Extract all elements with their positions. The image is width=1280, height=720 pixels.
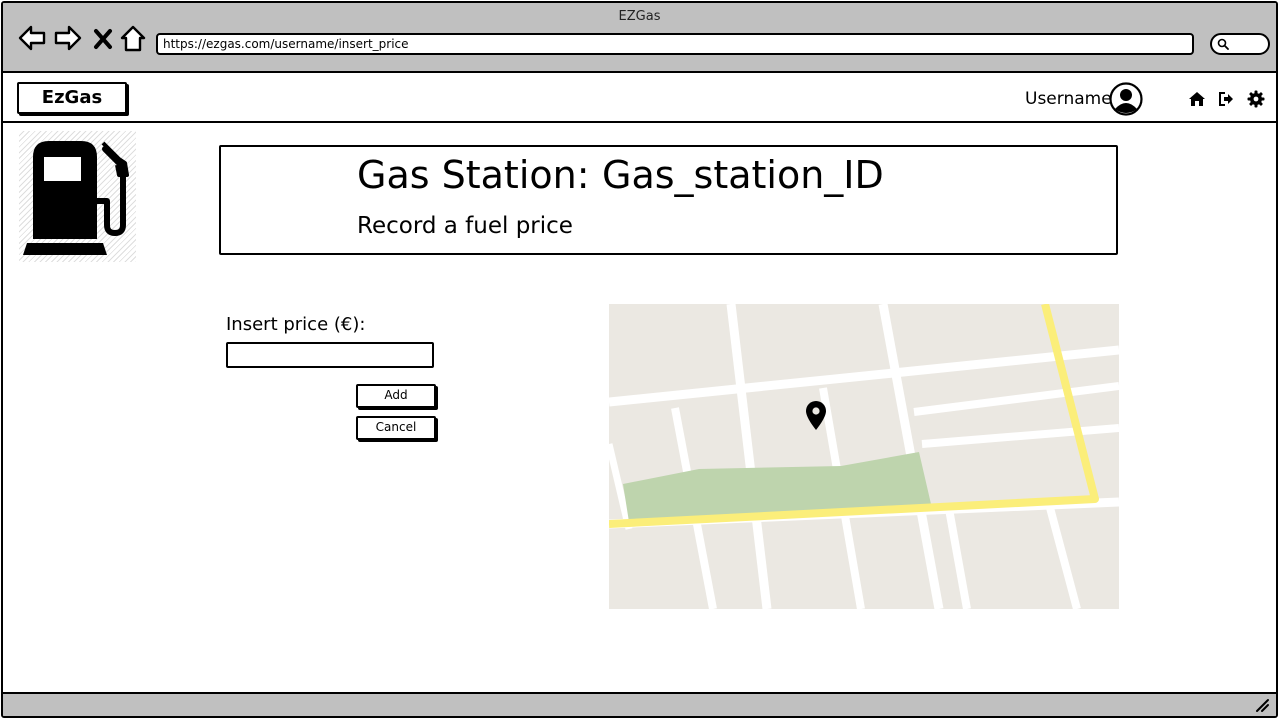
url-bar[interactable]: https://ezgas.com/username/insert_price	[156, 33, 1194, 55]
browser-window: EZGas https://ezgas.com/username/insert_…	[1, 1, 1278, 718]
gear-icon[interactable]	[1247, 90, 1265, 108]
cancel-button[interactable]: Cancel	[356, 416, 436, 440]
username-label: Username	[1025, 89, 1112, 109]
price-label: Insert price (€):	[226, 314, 366, 335]
logo-button[interactable]: EzGas	[17, 82, 127, 114]
resize-grip-icon[interactable]	[1254, 697, 1270, 713]
browser-toolbar: EZGas https://ezgas.com/username/insert_…	[3, 3, 1276, 73]
avatar-icon[interactable]	[1109, 82, 1143, 116]
browser-search[interactable]	[1210, 33, 1270, 55]
home-icon[interactable]	[1188, 90, 1206, 108]
status-bar	[3, 692, 1276, 716]
logout-icon[interactable]	[1217, 90, 1235, 108]
gas-pump-icon	[19, 131, 136, 262]
page-subtitle: Record a fuel price	[357, 213, 573, 239]
station-id: Gas_station_ID	[602, 153, 884, 197]
home-nav-icon[interactable]	[119, 23, 147, 53]
back-icon[interactable]	[17, 23, 47, 53]
close-icon[interactable]	[91, 23, 115, 53]
window-title: EZGas	[618, 9, 661, 24]
station-header: Gas Station: Gas_station_ID Record a fue…	[219, 145, 1118, 255]
search-icon	[1217, 38, 1229, 50]
station-label: Gas Station:	[357, 153, 590, 197]
price-input[interactable]	[226, 342, 434, 368]
station-map[interactable]	[609, 304, 1119, 609]
app-header: EzGas Username	[3, 75, 1276, 123]
forward-icon[interactable]	[53, 23, 83, 53]
add-button[interactable]: Add	[356, 384, 436, 408]
